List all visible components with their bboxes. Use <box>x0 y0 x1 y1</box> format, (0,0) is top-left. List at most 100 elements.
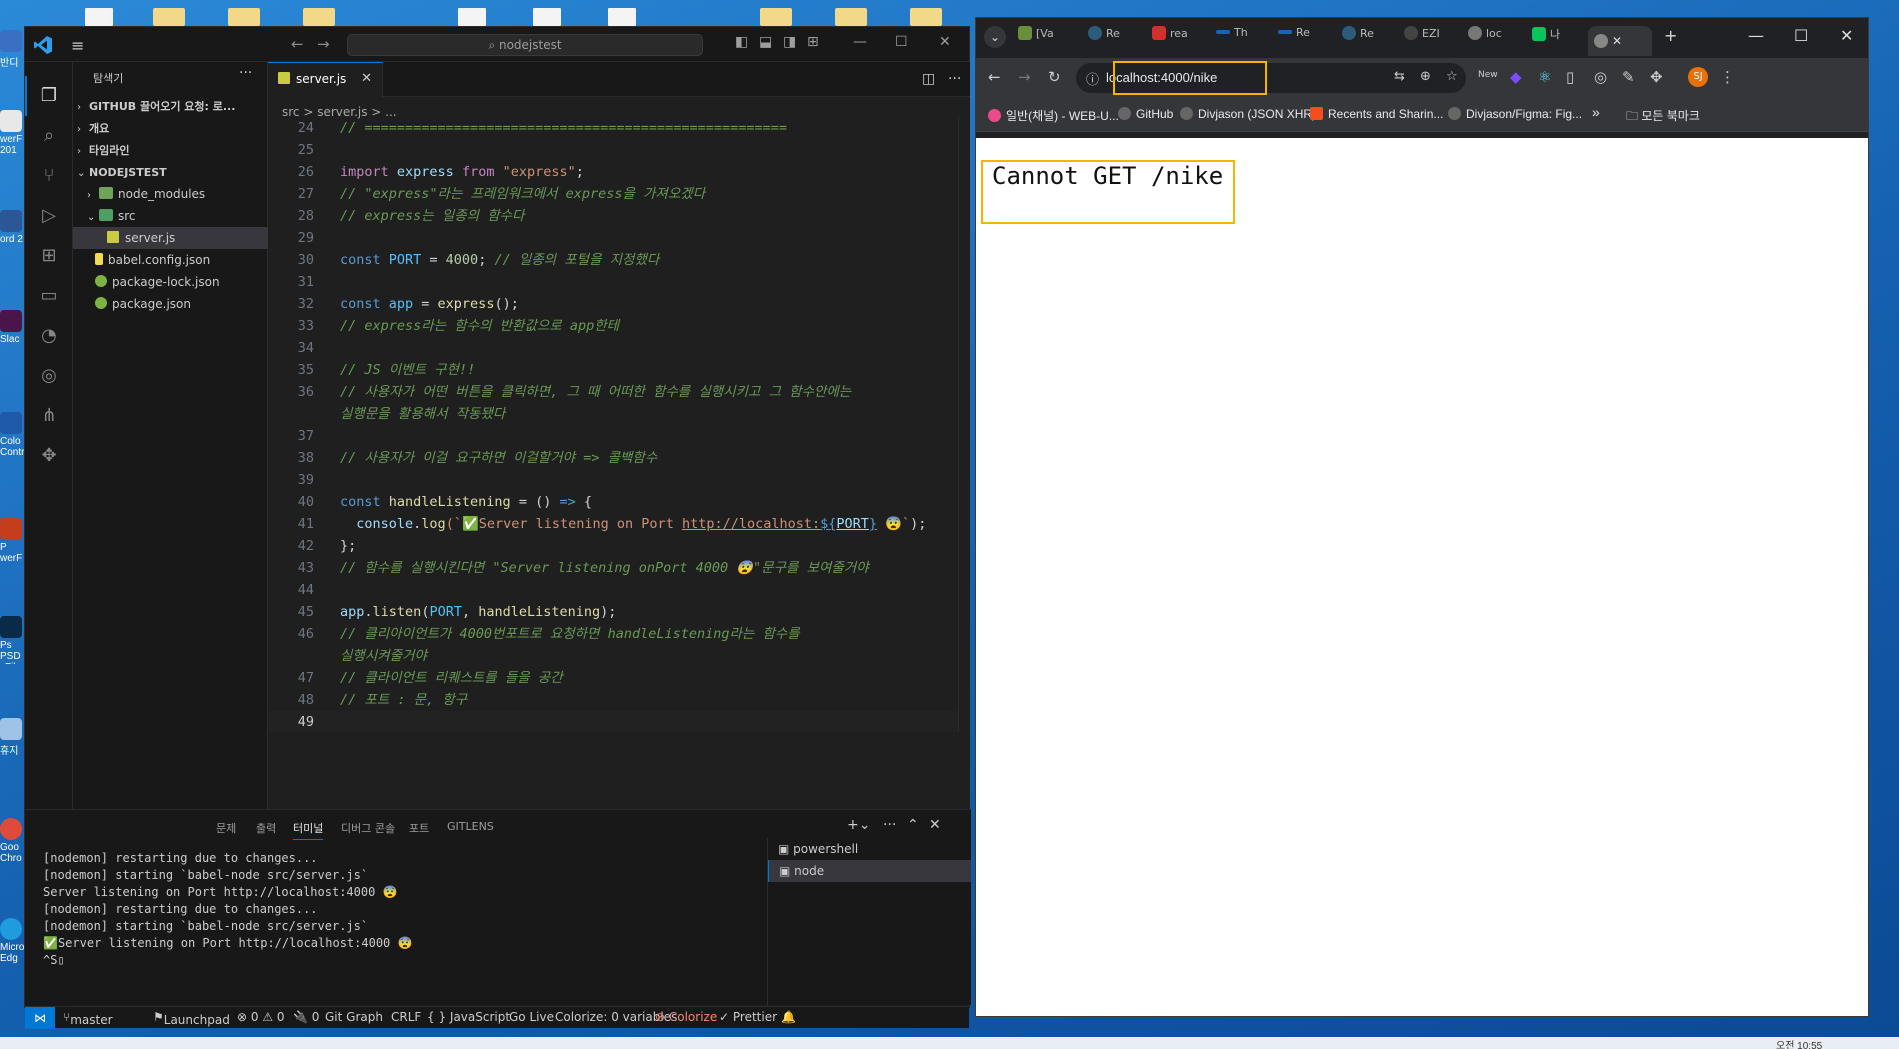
back-arrow-icon[interactable]: ← <box>988 68 1001 86</box>
editor-scrollbar[interactable] <box>958 117 970 732</box>
desktop-icon[interactable] <box>85 8 113 26</box>
extensions-puzzle-icon[interactable]: ✥ <box>1650 68 1663 86</box>
eyedropper-icon[interactable]: ✎ <box>1622 68 1635 86</box>
command-center-search[interactable]: ⌕ nodejstest <box>347 34 703 56</box>
maximize-panel-icon[interactable]: ⌃ <box>907 817 919 833</box>
more-actions-icon[interactable]: ··· <box>883 817 896 833</box>
maximize-icon[interactable]: ☐ <box>895 34 908 50</box>
browser-tab[interactable]: Th <box>1216 26 1248 56</box>
tab-search-icon[interactable]: ⌄ <box>984 26 1006 48</box>
browser-tab[interactable]: loc <box>1468 26 1502 56</box>
more-actions-icon[interactable]: ··· <box>948 71 961 87</box>
browser-tab[interactable]: EZI <box>1404 26 1440 56</box>
branch-status[interactable]: ⑂ master <box>63 1010 113 1027</box>
tree-item-node-modules[interactable]: › node_modules <box>73 183 268 205</box>
minimize-icon[interactable]: — <box>1748 26 1764 45</box>
folder-icon[interactable] <box>835 8 867 26</box>
profile-avatar[interactable]: SJ <box>1688 67 1708 87</box>
close-tab-icon[interactable]: ✕ <box>1612 34 1622 48</box>
desktop-shortcut[interactable]: ord 2 <box>0 210 24 258</box>
clock[interactable]: 오전 10:55 <box>1776 1037 1822 1049</box>
tree-item-package-json[interactable]: package.json <box>73 293 268 315</box>
document-icon[interactable] <box>533 8 561 26</box>
desktop-shortcut[interactable]: werF 201 <box>0 110 24 158</box>
folder-icon[interactable] <box>303 8 335 26</box>
terminal-item-node[interactable]: ▣ node <box>768 860 971 882</box>
bookmark-item[interactable]: 일반(채널) - WEB-U... <box>988 107 1119 124</box>
puzzle-icon[interactable]: ✥ <box>37 444 61 468</box>
run-debug-icon[interactable]: ▷ <box>37 204 61 228</box>
notifications-bell-icon[interactable]: 🔔 <box>781 1010 796 1024</box>
chrome-shortcut[interactable]: Goo Chro <box>0 818 24 866</box>
language-status[interactable]: { } JavaScript <box>427 1010 510 1024</box>
tab-terminal[interactable]: 터미널 <box>293 820 324 840</box>
browser-tab-active[interactable]: ✕ <box>1588 26 1652 56</box>
tab-debug-console[interactable]: 디버그 콘솔 <box>341 820 395 836</box>
launchpad-status[interactable]: ⚑ Launchpad <box>153 1010 230 1027</box>
forward-arrow-icon[interactable]: → <box>317 35 330 53</box>
new-tab-icon[interactable]: + <box>1664 26 1677 45</box>
explorer-icon[interactable]: ❐ <box>37 84 61 108</box>
prettier-status[interactable]: ✓ Prettier <box>719 1010 777 1024</box>
menu-icon[interactable]: ≡ <box>71 36 84 55</box>
toggle-secondary-sidebar-icon[interactable]: ◨ <box>783 34 796 50</box>
browser-tab[interactable]: Re <box>1278 26 1310 56</box>
react-devtools-icon[interactable]: ⚛ <box>1538 68 1551 86</box>
more-actions-icon[interactable]: ··· <box>239 65 252 81</box>
bookmark-item[interactable]: Recents and Sharin... <box>1310 107 1443 121</box>
terminal-item-powershell[interactable]: ▣ powershell <box>768 838 971 860</box>
source-control-icon[interactable]: ⑂ <box>37 164 61 188</box>
minimize-icon[interactable]: — <box>853 34 867 50</box>
tab-problems[interactable]: 문제 <box>216 820 236 836</box>
desktop-shortcut[interactable]: Colo Contr <box>0 412 24 460</box>
browser-tab[interactable]: [Va <box>1018 26 1054 56</box>
document-icon[interactable] <box>608 8 636 26</box>
eol-status[interactable]: CRLF <box>391 1010 421 1024</box>
ports-status[interactable]: 🔌 0 <box>293 1010 319 1024</box>
close-tab-icon[interactable]: ✕ <box>361 71 372 86</box>
browser-tab[interactable]: 나 <box>1532 26 1560 56</box>
tree-item-babel-config[interactable]: babel.config.json <box>73 249 268 271</box>
powerpoint-shortcut[interactable]: P werF <box>0 518 24 566</box>
translate-icon[interactable]: ⇆ <box>1394 69 1405 84</box>
close-panel-icon[interactable]: ✕ <box>929 817 941 833</box>
folder-icon[interactable] <box>760 8 792 26</box>
close-icon[interactable]: ✕ <box>1840 26 1853 45</box>
tree-section-pull-requests[interactable]: › GITHUB 끌어오기 요청: 로... <box>73 95 268 117</box>
go-live-status[interactable]: Go Live <box>509 1010 554 1024</box>
customize-layout-icon[interactable]: ⊞ <box>807 34 819 50</box>
tab-output[interactable]: 출력 <box>256 820 276 836</box>
toggle-panel-icon[interactable]: ⬓ <box>759 34 772 50</box>
problems-status[interactable]: ⊗ 0 ⚠ 0 <box>237 1010 285 1024</box>
recycle-bin-shortcut[interactable]: 휴지 <box>0 718 24 766</box>
bookmark-item[interactable]: GitHub <box>1118 107 1173 121</box>
forward-arrow-icon[interactable]: → <box>1018 68 1031 86</box>
remote-explorer-icon[interactable]: ▭ <box>37 284 61 308</box>
browser-tab[interactable]: rea <box>1152 26 1188 56</box>
terminal-output[interactable]: [nodemon] restarting due to changes... [… <box>43 850 593 969</box>
tree-root-nodejstest[interactable]: ⌄ NODEJSTEST <box>73 161 268 183</box>
bookmark-star-icon[interactable]: ☆ <box>1446 69 1458 84</box>
close-icon[interactable]: ✕ <box>939 34 951 50</box>
bookmark-item[interactable]: Divjason (JSON XHR) <box>1180 107 1316 121</box>
menu-kebab-icon[interactable]: ⋮ <box>1720 68 1735 86</box>
tab-ports[interactable]: 포트 <box>409 820 429 836</box>
split-editor-icon[interactable]: ◫ <box>922 71 935 87</box>
extension-icon[interactable]: ◎ <box>1594 68 1607 86</box>
remote-icon[interactable]: ⋈ <box>25 1007 55 1029</box>
toggle-sidebar-icon[interactable]: ◧ <box>735 34 748 50</box>
extension-icon[interactable]: ▯ <box>1566 68 1574 86</box>
gitlens-icon[interactable]: ◎ <box>37 364 61 388</box>
search-icon[interactable]: ⌕ <box>37 124 61 148</box>
tree-section-timeline[interactable]: › 타임라인 <box>73 139 268 161</box>
folder-icon[interactable] <box>153 8 185 26</box>
slack-shortcut[interactable]: Slac <box>0 310 24 358</box>
maximize-icon[interactable]: ☐ <box>1794 26 1808 45</box>
tree-item-package-lock[interactable]: package-lock.json <box>73 271 268 293</box>
zoom-icon[interactable]: ⊕ <box>1420 69 1431 84</box>
browser-tab[interactable]: Re <box>1342 26 1374 56</box>
code-area[interactable]: 24// ===================================… <box>268 117 970 732</box>
tree-item-src[interactable]: ⌄ src <box>73 205 268 227</box>
extension-icon[interactable]: ◆ <box>1510 68 1522 86</box>
git-graph-icon[interactable]: ⋔ <box>37 404 61 428</box>
